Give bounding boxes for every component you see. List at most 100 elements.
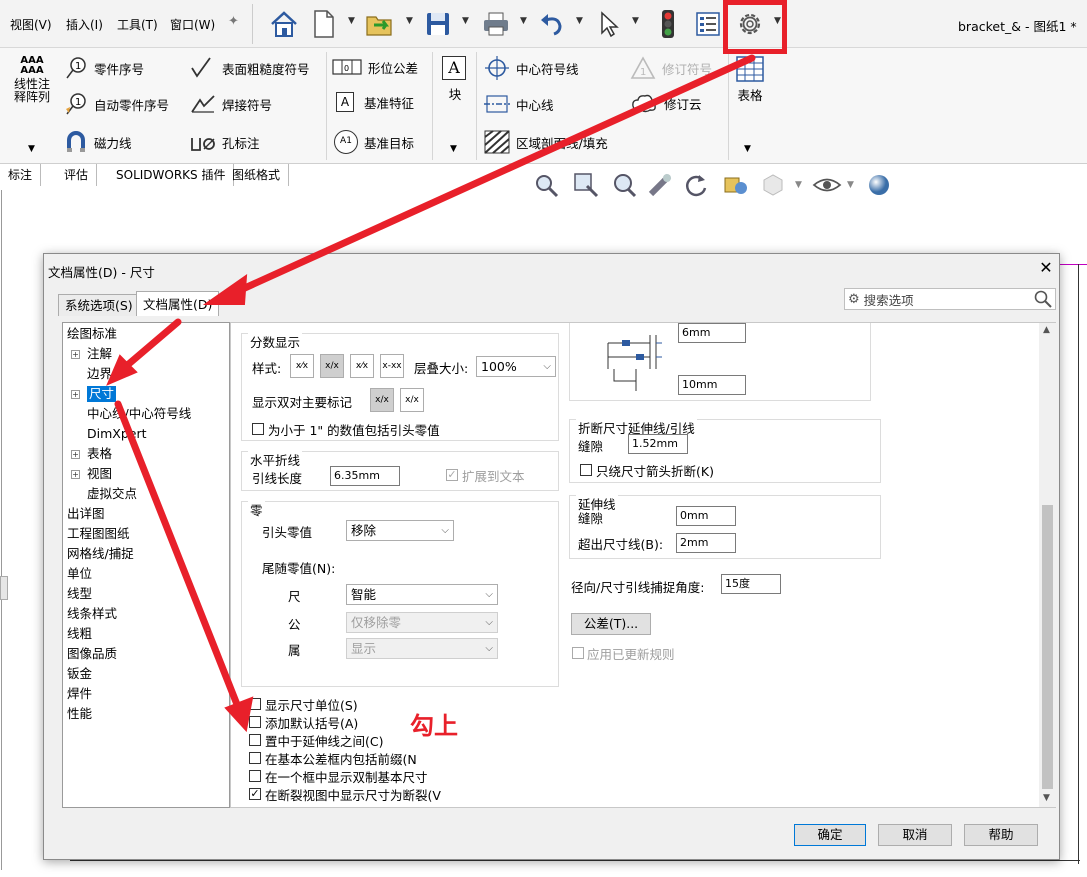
tree-item[interactable]: 线粗	[67, 626, 92, 642]
scroll-up-icon[interactable]: ▲	[1043, 325, 1050, 335]
surface-finish-button[interactable]: 表面粗糙度符号	[190, 56, 310, 80]
zoom-selection-icon[interactable]	[611, 172, 637, 198]
tree-expand-icon[interactable]: +	[71, 450, 80, 459]
appearance-sphere-icon[interactable]	[866, 172, 892, 198]
tree-item[interactable]: 出详图	[67, 506, 105, 522]
tree-item[interactable]: 焊件	[67, 686, 92, 702]
balloon-button[interactable]: 1 零件序号	[64, 56, 144, 80]
save-icon[interactable]	[420, 6, 456, 42]
tab-document-properties[interactable]: 文档属性(D)	[136, 291, 220, 316]
menu-window[interactable]: 窗口(W)	[170, 16, 215, 33]
trailing-prop-select[interactable]: 显示 ⌵	[346, 638, 498, 659]
leading-zero-checkbox[interactable]	[252, 423, 264, 435]
apply-rules-checkbox[interactable]	[572, 647, 584, 659]
table-caret-icon[interactable]: ▼	[744, 144, 751, 154]
centerline-button[interactable]: 中心线	[484, 92, 554, 116]
snap-angle-input[interactable]: 15度	[721, 574, 781, 594]
option-checkbox[interactable]	[249, 752, 261, 764]
option-checkbox[interactable]	[249, 698, 261, 710]
tree-item[interactable]: 线型	[67, 586, 92, 602]
tree-item[interactable]: 注解	[87, 346, 112, 362]
tab-sheet-format[interactable]: 图纸格式	[224, 164, 290, 186]
scrollbar-thumb[interactable]	[1042, 505, 1053, 789]
fraction-style-button-3[interactable]: x⁄x	[350, 354, 374, 378]
tab-annotation[interactable]: 标注	[0, 164, 42, 186]
new-caret-icon[interactable]: ▼	[348, 16, 355, 26]
undo-icon[interactable]	[534, 6, 570, 42]
tree-item[interactable]: 网格线/捕捉	[67, 546, 134, 562]
pin-icon[interactable]: ✦	[228, 14, 239, 29]
options-tree[interactable]: 绘图标准 + 注解 边界 + 尺寸 中心线/中心符号线 DimXpert + 表格 + 视图 虚拟交点出…	[62, 322, 230, 808]
fraction-style-button-2[interactable]: x/x	[320, 354, 344, 378]
tree-item[interactable]: 工程图图纸	[67, 526, 130, 542]
tab-system-options[interactable]: 系统选项(S)	[58, 294, 140, 316]
new-document-icon[interactable]	[306, 6, 342, 42]
break-gap-input[interactable]: 1.52mm	[628, 434, 688, 454]
search-options-box[interactable]: ⚙ 搜索选项	[844, 288, 1056, 310]
magnetic-line-button[interactable]: 磁力线	[64, 130, 132, 154]
tree-expand-icon[interactable]: +	[71, 470, 80, 479]
fraction-style-button-4[interactable]: x-xx	[380, 354, 404, 378]
datum-target-button[interactable]: A1 基准目标	[334, 130, 414, 154]
tree-item[interactable]: 绘图标准	[67, 326, 117, 342]
help-button[interactable]: 帮助	[964, 824, 1038, 846]
hole-callout-button[interactable]: 孔标注	[190, 130, 260, 154]
offset-distance-2-input[interactable]: 10mm	[678, 375, 746, 395]
scroll-down-icon[interactable]: ▼	[1043, 793, 1050, 803]
area-hatch-button[interactable]: 区域剖面线/填充	[484, 130, 608, 154]
view-orientation-icon[interactable]	[721, 172, 747, 198]
tree-item[interactable]: 钣金	[67, 666, 92, 682]
tree-expand-icon[interactable]: +	[71, 350, 80, 359]
file-properties-icon[interactable]	[690, 6, 726, 42]
ok-button[interactable]: 确定	[794, 824, 866, 846]
block-button[interactable]: A 块	[442, 56, 468, 103]
break-arrow-only-checkbox[interactable]	[580, 464, 592, 476]
auto-balloon-button[interactable]: 1 自动零件序号	[64, 92, 169, 116]
menu-view[interactable]: 视图(V)	[10, 16, 52, 33]
tree-item[interactable]: 单位	[67, 566, 92, 582]
gtol-button[interactable]: 0 形位公差	[332, 56, 418, 78]
open-caret-icon[interactable]: ▼	[406, 16, 413, 26]
print-caret-icon[interactable]: ▼	[520, 16, 527, 26]
tree-expand-icon[interactable]: +	[71, 390, 80, 399]
linear-pattern-caret-icon[interactable]: ▼	[28, 144, 35, 154]
tree-item[interactable]: 虚拟交点	[87, 486, 137, 502]
dual-style-button-2[interactable]: x/x	[400, 388, 424, 412]
open-icon[interactable]	[362, 6, 398, 42]
tree-item[interactable]: 中心线/中心符号线	[87, 406, 191, 422]
weld-symbol-button[interactable]: 焊接符号	[190, 92, 272, 116]
hide-show-eye-icon[interactable]	[812, 172, 842, 198]
option-checkbox[interactable]	[249, 770, 261, 782]
search-input[interactable]: 搜索选项	[864, 290, 914, 309]
menu-insert[interactable]: 插入(I)	[66, 16, 103, 33]
tree-item[interactable]: 图像品质	[67, 646, 117, 662]
option-checkbox[interactable]: ✓	[249, 788, 261, 800]
print-icon[interactable]	[478, 6, 514, 42]
tree-item[interactable]: 性能	[67, 706, 92, 722]
option-checkbox[interactable]	[249, 716, 261, 728]
extension-gap-input[interactable]: 0mm	[676, 506, 736, 526]
vertical-scrollbar[interactable]: ▲ ▼	[1039, 323, 1056, 807]
home-icon[interactable]	[266, 6, 302, 42]
stack-size-select[interactable]: 100% ⌵	[476, 356, 556, 377]
close-icon[interactable]: ✕	[1036, 258, 1056, 278]
display-style-caret-icon[interactable]: ▼	[795, 180, 802, 190]
tree-item[interactable]: 边界	[87, 366, 112, 382]
tree-item[interactable]: 线条样式	[67, 606, 117, 622]
tolerance-button[interactable]: 公差(T)...	[571, 613, 651, 635]
extend-to-text-checkbox[interactable]: ✓	[446, 469, 458, 481]
tree-item[interactable]: 尺寸	[87, 386, 117, 402]
tree-item[interactable]: DimXpert	[87, 426, 147, 442]
leader-length-input[interactable]: 6.35mm	[330, 466, 400, 486]
display-style-icon[interactable]	[760, 172, 786, 198]
offset-distance-1-input[interactable]: 6mm	[678, 323, 746, 343]
leading-zeros-select[interactable]: 移除 ⌵	[346, 520, 454, 541]
fraction-style-button-1[interactable]: x⁄x	[290, 354, 314, 378]
beyond-dimension-input[interactable]: 2mm	[676, 533, 736, 553]
trailing-tol-select[interactable]: 仅移除零 ⌵	[346, 612, 498, 633]
pan-icon[interactable]	[647, 172, 673, 198]
zoom-to-fit-icon[interactable]	[533, 172, 559, 198]
trailing-dim-select[interactable]: 智能 ⌵	[346, 584, 498, 605]
datum-feature-button[interactable]: A 基准特征	[336, 92, 414, 112]
tab-solidworks-addins[interactable]: SOLIDWORKS 插件	[108, 164, 235, 186]
